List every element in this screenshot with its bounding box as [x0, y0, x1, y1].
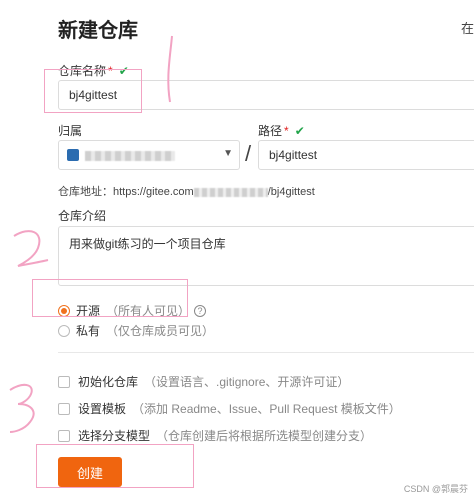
path-input[interactable]: bj4gittest [258, 140, 474, 170]
checkbox[interactable] [58, 375, 70, 388]
radio-private-button[interactable] [58, 324, 70, 337]
repo-address: 仓库地址：https://gitee.com/bj4gittest [58, 183, 315, 199]
annotation-box-create [36, 444, 194, 488]
checkbox[interactable] [58, 429, 70, 442]
check-icon: ✔ [294, 124, 305, 138]
intro-textarea[interactable]: 用来做git练习的一个项目仓库 [58, 226, 474, 286]
intro-label: 仓库介绍 [58, 209, 107, 223]
option-branch-model[interactable]: 选择分支模型 （仓库创建后将根据所选模型创建分支） [58, 427, 372, 444]
checkbox[interactable] [58, 402, 70, 415]
path-label-text: 路径 [258, 124, 283, 138]
chevron-down-icon: ▼ [223, 148, 233, 159]
repo-address-prefix: 仓库地址：https://gitee.com [58, 186, 194, 198]
owner-select[interactable]: ▼ [58, 140, 240, 170]
watermark: CSDN @郭晨芬 [403, 484, 468, 494]
page-title: 新建仓库 [58, 20, 138, 42]
option-hint: （设置语言、.gitignore、开源许可证） [144, 375, 350, 389]
help-icon[interactable]: ? [194, 304, 207, 317]
annotation-box-visibility [32, 279, 188, 317]
option-label: 初始化仓库 [78, 375, 139, 389]
path-label: 路径 * ✔ [258, 122, 305, 139]
radio-private-label: 私有 [76, 324, 101, 338]
divider [58, 352, 474, 353]
option-init-repo[interactable]: 初始化仓库 （设置语言、.gitignore、开源许可证） [58, 373, 349, 390]
path-separator: / [245, 141, 252, 166]
header-truncated-text: 在 [460, 21, 474, 36]
option-hint: （添加 Readme、Issue、Pull Request 模板文件） [132, 402, 401, 416]
required-mark: * [284, 124, 289, 138]
owner-avatar [67, 149, 79, 161]
radio-private[interactable]: 私有 （仅仓库成员可见） [58, 322, 214, 339]
address-redacted [193, 187, 268, 197]
option-template[interactable]: 设置模板 （添加 Readme、Issue、Pull Request 模板文件） [58, 400, 401, 417]
annotation-box-repo-name [44, 69, 142, 113]
option-label: 设置模板 [78, 402, 127, 416]
annotation-number-3 [9, 383, 35, 433]
owner-label: 归属 [58, 124, 83, 138]
annotation-number-2 [13, 230, 49, 267]
radio-private-hint: （仅仓库成员可见） [106, 324, 215, 338]
owner-name-redacted [85, 151, 175, 161]
repo-address-suffix: /bj4gittest [267, 186, 315, 198]
option-label: 选择分支模型 [78, 429, 151, 443]
option-hint: （仓库创建后将根据所选模型创建分支） [156, 429, 373, 443]
